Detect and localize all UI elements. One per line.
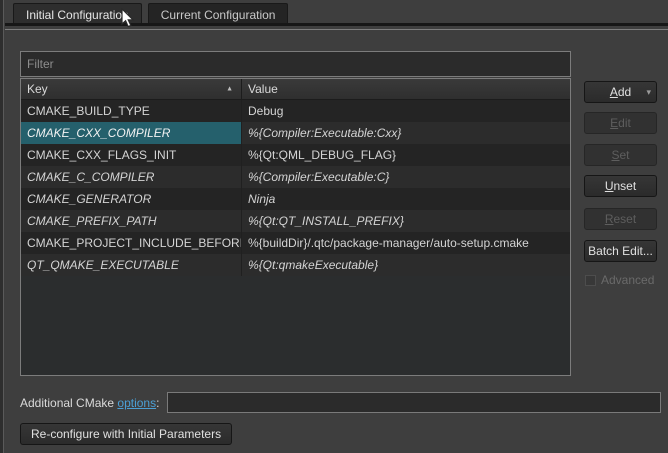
key-cell[interactable]: QT_QMAKE_EXECUTABLE [21,254,242,276]
configuration-table: Key ▲ Value CMAKE_BUILD_TYPE Debug CMAKE… [20,78,571,376]
tab-initial-configuration[interactable]: Initial Configuration [13,3,142,23]
additional-cmake-options-input[interactable] [167,392,661,413]
table-row[interactable]: CMAKE_C_COMPILER %{Compiler:Executable:C… [21,166,570,188]
sort-ascending-icon: ▲ [226,86,233,93]
key-cell[interactable]: CMAKE_PREFIX_PATH [21,210,242,232]
tab-current-configuration[interactable]: Current Configuration [148,3,289,23]
unset-button[interactable]: Unset [584,175,657,197]
set-button[interactable]: Set [584,144,657,166]
add-button-label: dd [618,85,631,99]
tab-pane: Key ▲ Value CMAKE_BUILD_TYPE Debug CMAKE… [5,29,668,450]
reconfigure-button[interactable]: Re-configure with Initial Parameters [20,423,232,445]
tab-bar: Initial Configuration Current Configurat… [5,0,668,26]
value-cell[interactable]: %{Qt:QT_INSTALL_PREFIX} [242,210,570,232]
key-cell-selected[interactable]: CMAKE_CXX_COMPILER [21,122,242,144]
value-cell[interactable]: %{Qt:QML_DEBUG_FLAG} [242,144,570,166]
reconfigure-label: Re-configure with Initial Parameters [31,427,221,441]
table-header: Key ▲ Value [21,79,570,100]
table-row[interactable]: CMAKE_CXX_COMPILER %{Compiler:Executable… [21,122,570,144]
value-cell[interactable]: %{Compiler:Executable:C} [242,166,570,188]
value-cell[interactable]: Ninja [242,188,570,210]
batch-edit-button[interactable]: Batch Edit... [584,240,657,262]
table-row[interactable]: CMAKE_BUILD_TYPE Debug [21,100,570,122]
edit-button[interactable]: Edit [584,112,657,134]
key-cell[interactable]: CMAKE_CXX_FLAGS_INIT [21,144,242,166]
table-row[interactable]: CMAKE_CXX_FLAGS_INIT %{Qt:QML_DEBUG_FLAG… [21,144,570,166]
column-header-key[interactable]: Key ▲ [21,79,242,99]
value-cell[interactable]: %{buildDir}/.qtc/package-manager/auto-se… [242,232,570,254]
column-header-key-label: Key [27,82,48,96]
value-cell[interactable]: %{Qt:qmakeExecutable} [242,254,570,276]
table-row[interactable]: QT_QMAKE_EXECUTABLE %{Qt:qmakeExecutable… [21,254,570,276]
tab-label: Initial Configuration [26,8,129,22]
value-cell[interactable]: Debug [242,100,570,122]
add-button-mnemonic: A [610,85,618,99]
filter-input[interactable] [20,51,571,77]
tab-label: Current Configuration [161,8,276,22]
table-row[interactable]: CMAKE_PROJECT_INCLUDE_BEFORE %{buildDir}… [21,232,570,254]
advanced-label: Advanced [601,273,654,287]
key-cell[interactable]: CMAKE_PROJECT_INCLUDE_BEFORE [21,232,242,254]
panel-left-border [0,0,4,453]
checkbox-icon [585,275,596,286]
table-row[interactable]: CMAKE_GENERATOR Ninja [21,188,570,210]
key-cell[interactable]: CMAKE_BUILD_TYPE [21,100,242,122]
key-cell[interactable]: CMAKE_C_COMPILER [21,166,242,188]
advanced-checkbox[interactable]: Advanced [585,273,654,287]
key-cell[interactable]: CMAKE_GENERATOR [21,188,242,210]
dropdown-arrow-icon: ▾ [646,82,651,102]
reset-button[interactable]: Reset [584,208,657,230]
column-header-value[interactable]: Value [242,79,570,99]
table-body: CMAKE_BUILD_TYPE Debug CMAKE_CXX_COMPILE… [21,100,570,276]
additional-cmake-options-label: Additional CMake options: [20,396,159,410]
column-header-value-label: Value [248,82,278,96]
add-button[interactable]: Add ▾ [584,81,657,103]
cmake-configuration-panel: Initial Configuration Current Configurat… [0,0,668,453]
table-row[interactable]: CMAKE_PREFIX_PATH %{Qt:QT_INSTALL_PREFIX… [21,210,570,232]
value-cell[interactable]: %{Compiler:Executable:Cxx} [242,122,570,144]
options-link[interactable]: options [117,396,156,410]
